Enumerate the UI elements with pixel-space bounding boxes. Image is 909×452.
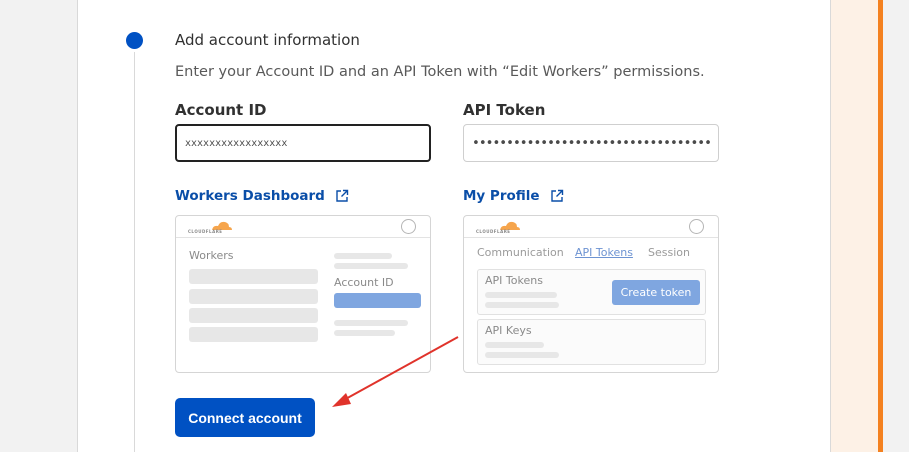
api-keys-box: API Keys [477, 319, 706, 365]
placeholder-line [485, 352, 559, 358]
my-profile-preview: CLOUDFLARE Communication API Tokens Sess… [463, 215, 719, 373]
placeholder-bar [189, 289, 318, 304]
placeholder-line [334, 263, 408, 269]
cloudflare-logo-icon: CLOUDFLARE [476, 220, 520, 234]
red-arrow-icon [332, 336, 459, 407]
api-tokens-heading: API Tokens [485, 274, 543, 287]
logo-text: CLOUDFLARE [476, 229, 511, 234]
step-dot-icon [126, 32, 143, 49]
left-gutter [0, 0, 77, 452]
placeholder-bar [189, 327, 318, 342]
api-token-input[interactable] [463, 124, 719, 162]
step-connector-line [134, 52, 135, 452]
preview-header: CLOUDFLARE [464, 216, 718, 238]
account-id-label: Account ID [175, 101, 267, 119]
placeholder-line [485, 342, 544, 348]
account-id-input[interactable] [175, 124, 431, 162]
right-edge [883, 0, 909, 452]
preview-header: CLOUDFLARE [176, 216, 430, 238]
preview-tab-communication: Communication [477, 246, 564, 259]
preview-tab-session: Session [648, 246, 690, 259]
api-tokens-box: API Tokens Create token [477, 269, 706, 315]
external-link-icon [550, 189, 563, 202]
api-keys-heading: API Keys [485, 324, 532, 337]
step-description: Enter your Account ID and an API Token w… [175, 64, 705, 80]
account-id-highlight [334, 293, 421, 308]
workers-dashboard-link-label: Workers Dashboard [175, 188, 325, 204]
preview-tab-api-tokens: API Tokens [575, 246, 633, 259]
placeholder-line [334, 320, 408, 326]
placeholder-bar [189, 269, 318, 284]
connect-account-button[interactable]: Connect account [175, 398, 315, 437]
right-panel [831, 0, 909, 452]
preview-create-token-button: Create token [612, 280, 700, 305]
my-profile-link-label: My Profile [463, 188, 540, 204]
placeholder-line [485, 292, 557, 298]
workers-dashboard-link[interactable]: Workers Dashboard [175, 188, 349, 204]
step-title: Add account information [175, 31, 360, 49]
avatar-icon [689, 219, 704, 234]
placeholder-line [334, 253, 392, 259]
my-profile-link[interactable]: My Profile [463, 188, 564, 204]
workers-heading: Workers [189, 249, 234, 262]
placeholder-line [485, 302, 559, 308]
external-link-icon [336, 189, 349, 202]
cloudflare-logo-icon: CLOUDFLARE [188, 220, 232, 234]
avatar-icon [401, 219, 416, 234]
api-token-label: API Token [463, 101, 546, 119]
placeholder-bar [189, 308, 318, 323]
preview-account-id-label: Account ID [334, 276, 394, 289]
logo-text: CLOUDFLARE [188, 229, 223, 234]
